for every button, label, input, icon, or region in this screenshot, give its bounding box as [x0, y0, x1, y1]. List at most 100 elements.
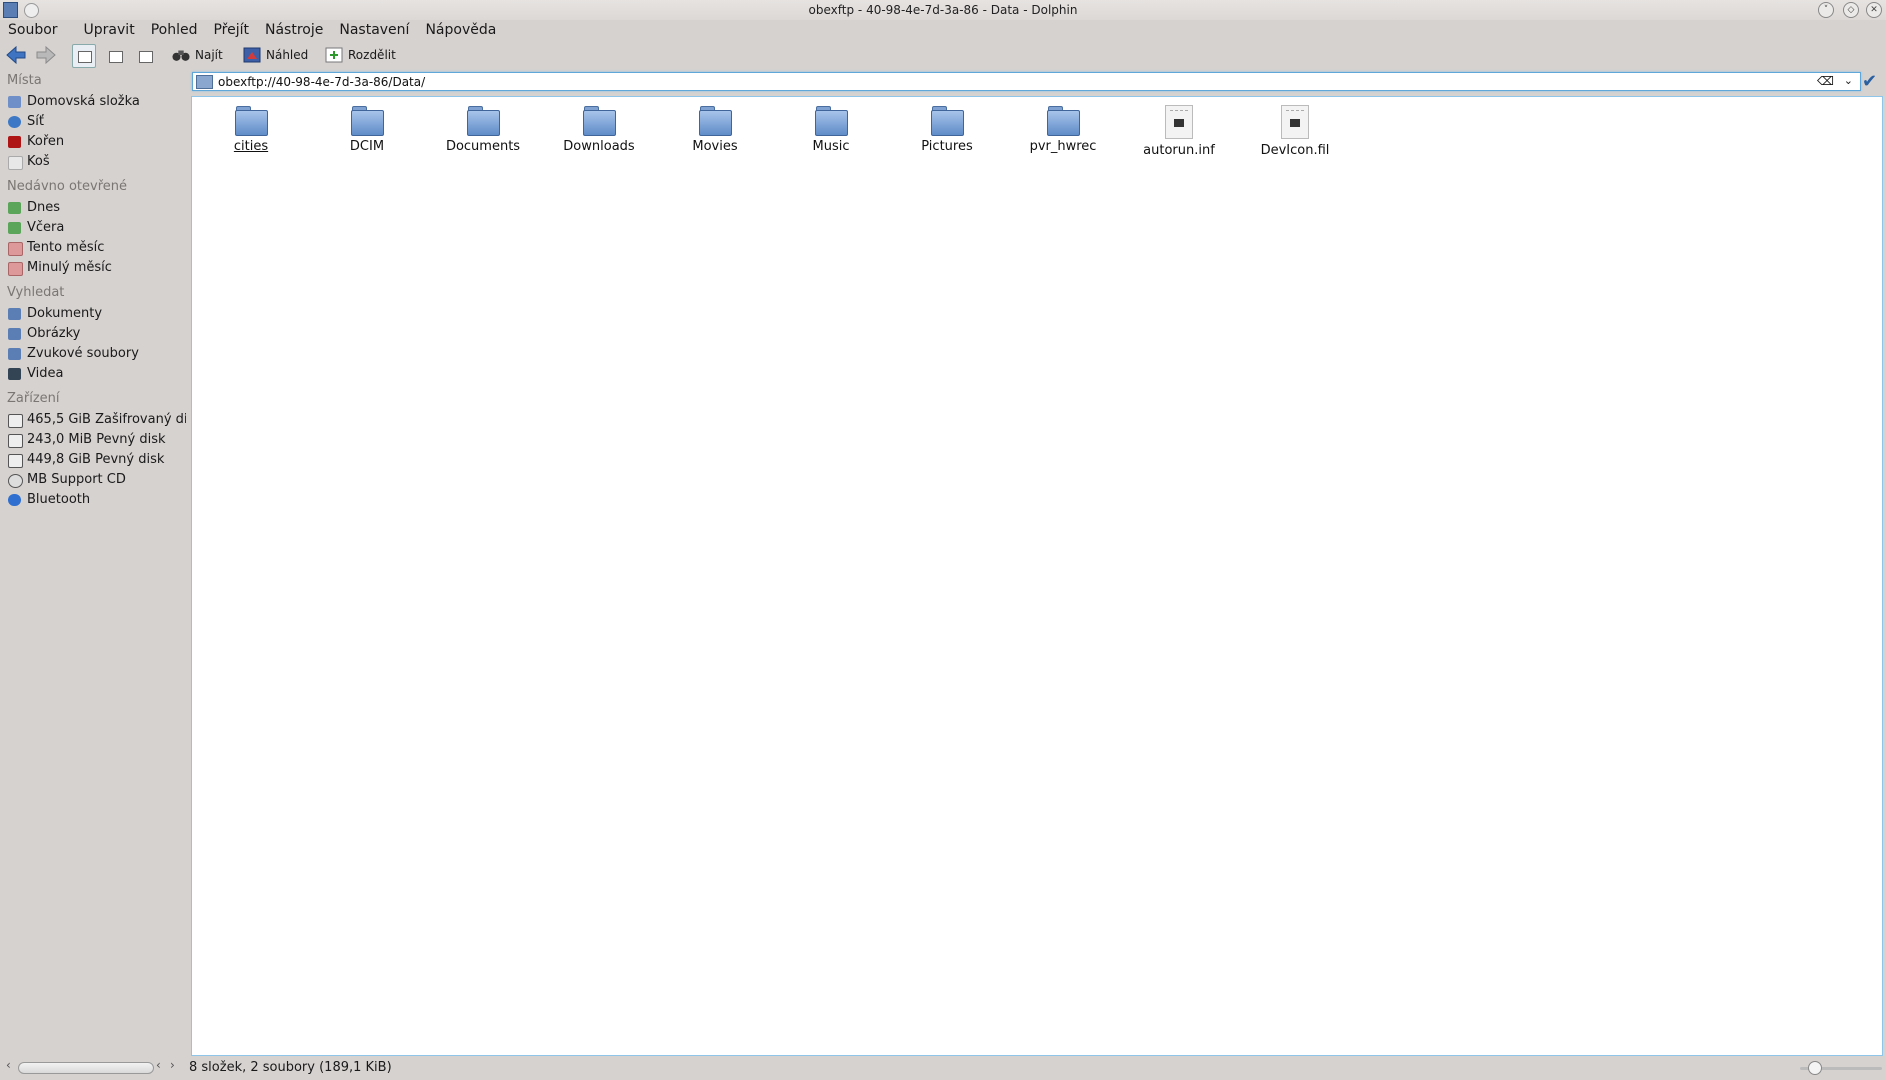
place-home[interactable]: Domovská složka	[0, 92, 186, 112]
file-item[interactable]: DCIM	[312, 105, 422, 154]
device-hard-disk-243[interactable]: 243,0 MiB Pevný disk	[0, 430, 186, 450]
file-item[interactable]: Movies	[660, 105, 770, 154]
clear-icon[interactable]: ⌫	[1817, 75, 1834, 87]
folder-icon	[931, 105, 964, 136]
file-item[interactable]: autorun.inf	[1124, 105, 1234, 158]
recent-label: Minulý měsíc	[27, 260, 112, 275]
close-button[interactable]: ✕	[1866, 2, 1882, 18]
search-images[interactable]: Obrázky	[0, 324, 186, 344]
file-item[interactable]: Music	[776, 105, 886, 154]
preview-button[interactable]: Náhled	[243, 44, 308, 66]
device-label: 243,0 MiB Pevný disk	[27, 432, 166, 447]
devices-section-title: Zařízení	[7, 391, 60, 406]
search-label: Videa	[27, 366, 64, 381]
places-section-title: Místa	[7, 73, 42, 88]
back-arrow-icon	[6, 46, 26, 64]
place-root[interactable]: Kořen	[0, 132, 186, 152]
panel-splitter[interactable]	[186, 70, 190, 1055]
recent-label: Včera	[27, 220, 65, 235]
menu-pohled[interactable]: Pohled	[143, 20, 206, 40]
root-folder-icon	[8, 136, 21, 148]
recent-today[interactable]: Dnes	[0, 198, 186, 218]
search-audio[interactable]: Zvukové soubory	[0, 344, 186, 364]
device-cd[interactable]: MB Support CD	[0, 470, 186, 490]
file-name: Movies	[692, 139, 738, 154]
details-view-button[interactable]	[103, 44, 127, 68]
device-label: Bluetooth	[27, 492, 91, 507]
split-icon	[325, 47, 343, 63]
minimize-button[interactable]: ˅	[1818, 2, 1834, 18]
file-item[interactable]: Downloads	[544, 105, 654, 154]
location-bar[interactable]: ⌫ ⌄	[192, 72, 1861, 91]
search-section-title: Vyhledat	[7, 285, 65, 300]
device-hard-disk-449[interactable]: 449,8 GiB Pevný disk	[0, 450, 186, 470]
file-item[interactable]: Pictures	[892, 105, 1002, 154]
window-title: obexftp - 40-98-4e-7d-3a-86 - Data - Dol…	[808, 3, 1078, 17]
chevron-down-icon[interactable]: ⌄	[1844, 74, 1853, 87]
hard-disk-icon	[8, 414, 23, 428]
icons-view-button[interactable]	[72, 44, 96, 68]
location-input[interactable]	[218, 73, 1778, 90]
menu-soubor[interactable]: Soubor	[0, 20, 66, 40]
menu-nastroje[interactable]: Nástroje	[257, 20, 331, 40]
file-name: DevIcon.fil	[1260, 143, 1330, 158]
file-item[interactable]: DevIcon.fil	[1240, 105, 1350, 158]
columns-view-button[interactable]	[133, 44, 157, 68]
scroll-left-icon[interactable]: ‹	[156, 1058, 161, 1072]
checkmark-icon[interactable]: ✔	[1862, 71, 1877, 92]
maximize-button[interactable]: ◇	[1843, 2, 1859, 18]
back-button[interactable]	[6, 44, 26, 66]
file-name: DCIM	[349, 139, 385, 154]
device-bluetooth[interactable]: Bluetooth	[0, 490, 186, 510]
place-trash[interactable]: Koš	[0, 152, 186, 172]
recent-section-title: Nedávno otevřené	[7, 179, 127, 194]
device-label: MB Support CD	[27, 472, 126, 487]
images-icon	[8, 328, 21, 340]
menu-upravit[interactable]: Upravit	[66, 20, 143, 40]
video-icon	[8, 368, 21, 380]
sidebar-horizontal-scrollbar[interactable]	[18, 1062, 154, 1074]
place-label: Koš	[27, 154, 50, 169]
recent-this-month[interactable]: Tento měsíc	[0, 238, 186, 258]
place-label: Síť	[27, 114, 44, 129]
file-item[interactable]: cities	[196, 105, 306, 154]
status-bar: ‹ ‹ › 8 složek, 2 soubory (189,1 KiB)	[0, 1056, 1886, 1080]
place-network[interactable]: Síť	[0, 112, 186, 132]
scroll-right-icon[interactable]: ›	[170, 1058, 175, 1072]
calendar-icon	[8, 202, 21, 214]
file-name: pvr_hwrec	[1029, 139, 1097, 154]
find-button[interactable]: Najít	[172, 44, 223, 66]
menu-prejit[interactable]: Přejít	[205, 20, 257, 40]
folder-icon	[467, 105, 500, 136]
scroll-left-icon[interactable]: ‹	[6, 1058, 11, 1072]
forward-arrow-icon	[36, 46, 56, 64]
document-icon	[1165, 105, 1193, 139]
folder-icon	[1047, 105, 1080, 136]
file-view[interactable]: cities DCIM Documents Downloads Movies M…	[191, 96, 1883, 1056]
pin-icon[interactable]	[24, 3, 39, 18]
search-documents[interactable]: Dokumenty	[0, 304, 186, 324]
dolphin-app-icon[interactable]	[3, 2, 18, 18]
forward-button[interactable]	[36, 44, 56, 66]
find-label: Najít	[195, 48, 223, 62]
device-encrypted-disk[interactable]: 465,5 GiB Zašifrovaný disk	[0, 410, 186, 430]
recent-last-month[interactable]: Minulý měsíc	[0, 258, 186, 278]
calendar-icon	[8, 242, 23, 256]
split-button[interactable]: Rozdělit	[325, 44, 396, 66]
recent-yesterday[interactable]: Včera	[0, 218, 186, 238]
home-folder-icon	[8, 96, 21, 108]
menu-napoveda[interactable]: Nápověda	[417, 20, 504, 40]
icons-view-icon	[78, 51, 92, 63]
file-item[interactable]: Documents	[428, 105, 538, 154]
columns-view-icon	[139, 51, 153, 63]
zoom-slider-handle[interactable]	[1808, 1061, 1822, 1075]
menu-nastaveni[interactable]: Nastavení	[331, 20, 417, 40]
search-videos[interactable]: Videa	[0, 364, 186, 384]
calendar-icon	[8, 262, 23, 276]
file-name: cities	[233, 139, 269, 154]
search-label: Obrázky	[27, 326, 81, 341]
file-name: Downloads	[563, 139, 635, 154]
drive-icon	[196, 75, 213, 89]
file-item[interactable]: pvr_hwrec	[1008, 105, 1118, 154]
search-label: Zvukové soubory	[27, 346, 139, 361]
